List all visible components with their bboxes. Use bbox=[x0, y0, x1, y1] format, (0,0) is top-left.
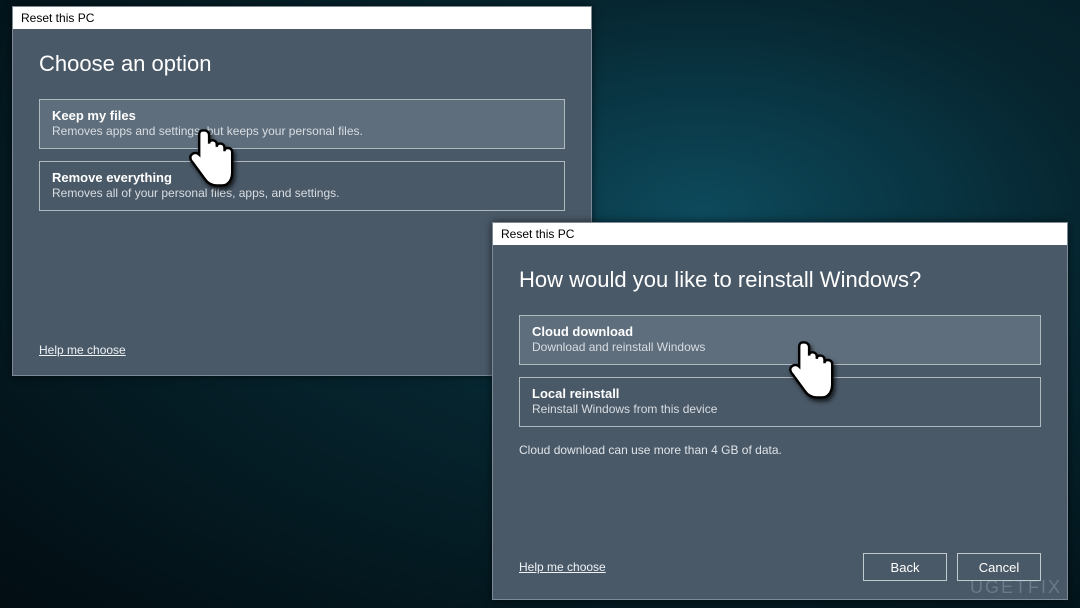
dialog-heading: Choose an option bbox=[39, 51, 565, 77]
dialog-title: Reset this PC bbox=[501, 227, 574, 241]
dialog-heading: How would you like to reinstall Windows? bbox=[519, 267, 1041, 293]
option-title: Local reinstall bbox=[532, 386, 1028, 401]
option-desc: Reinstall Windows from this device bbox=[532, 402, 1028, 416]
watermark: UGETFIX bbox=[970, 577, 1062, 598]
option-desc: Removes apps and settings, but keeps you… bbox=[52, 124, 552, 138]
dialog-footer: Help me choose Back Cancel bbox=[519, 553, 1041, 581]
reset-pc-dialog-reinstall: Reset this PC How would you like to rein… bbox=[492, 222, 1068, 600]
option-desc: Removes all of your personal files, apps… bbox=[52, 186, 552, 200]
help-me-choose-link[interactable]: Help me choose bbox=[519, 560, 606, 574]
dialog-titlebar: Reset this PC bbox=[493, 223, 1067, 245]
option-title: Remove everything bbox=[52, 170, 552, 185]
dialog-body: How would you like to reinstall Windows?… bbox=[493, 245, 1067, 599]
help-me-choose-link[interactable]: Help me choose bbox=[39, 343, 126, 357]
option-keep-my-files[interactable]: Keep my files Removes apps and settings,… bbox=[39, 99, 565, 149]
dialog-titlebar: Reset this PC bbox=[13, 7, 591, 29]
option-desc: Download and reinstall Windows bbox=[532, 340, 1028, 354]
option-title: Keep my files bbox=[52, 108, 552, 123]
option-local-reinstall[interactable]: Local reinstall Reinstall Windows from t… bbox=[519, 377, 1041, 427]
back-button[interactable]: Back bbox=[863, 553, 947, 581]
dialog-title: Reset this PC bbox=[21, 11, 94, 25]
dialog-footer: Help me choose bbox=[39, 343, 565, 357]
option-title: Cloud download bbox=[532, 324, 1028, 339]
option-remove-everything[interactable]: Remove everything Removes all of your pe… bbox=[39, 161, 565, 211]
data-usage-note: Cloud download can use more than 4 GB of… bbox=[519, 443, 1041, 457]
option-cloud-download[interactable]: Cloud download Download and reinstall Wi… bbox=[519, 315, 1041, 365]
